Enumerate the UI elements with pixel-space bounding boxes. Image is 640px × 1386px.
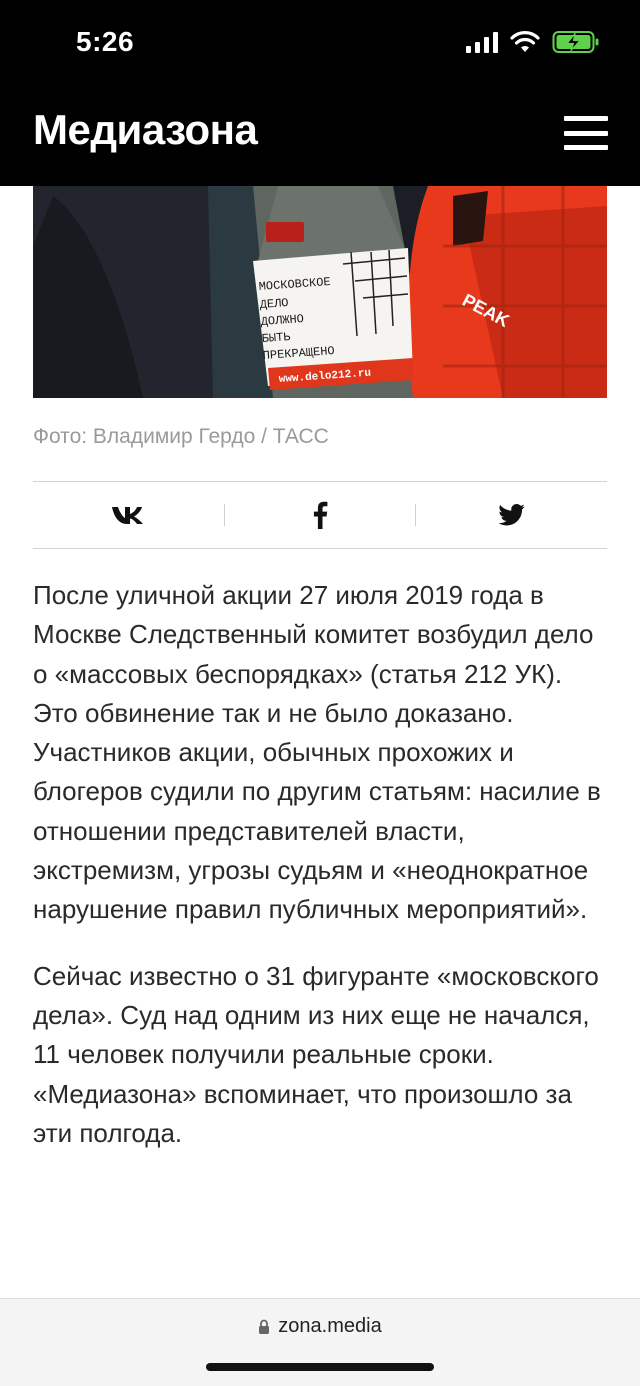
status-icons: [466, 30, 600, 54]
url-text: zona.media: [278, 1315, 382, 1337]
status-time: 5:26: [76, 26, 135, 57]
article-paragraph: Сейчас известно о 31 фигуранте «московск…: [33, 960, 599, 1148]
hamburger-menu-icon[interactable]: [564, 116, 608, 150]
status-bar: 5:26: [0, 0, 640, 94]
home-indicator[interactable]: [206, 1363, 434, 1371]
wifi-icon: [510, 31, 540, 53]
battery-charging-icon: [552, 30, 600, 54]
twitter-icon: [498, 504, 525, 526]
lock-icon: [259, 1319, 270, 1334]
share-bar: [33, 481, 607, 549]
twitter-share-button[interactable]: [416, 482, 607, 548]
vk-icon: [112, 507, 144, 524]
site-header: Медиазона: [0, 94, 640, 186]
sign-line: БЫТЬ: [261, 330, 291, 346]
photo-caption: Фото: Владимир Гердо / ТАСС: [33, 425, 329, 448]
article-body: После уличной акции 27 июля 2019 года в …: [33, 576, 608, 1180]
site-logo[interactable]: Медиазона: [33, 106, 258, 154]
facebook-share-button[interactable]: [225, 482, 416, 548]
vk-share-button[interactable]: [33, 482, 224, 548]
url-display[interactable]: zona.media: [0, 1315, 640, 1338]
article-photo: PEAK МОСКОВСКОЕ ДЕЛО ДОЛЖНО БЫТЬ ПРЕКРАЩ…: [33, 186, 607, 398]
signal-icon: [466, 31, 498, 53]
browser-url-bar[interactable]: zona.media: [0, 1298, 640, 1386]
facebook-icon: [313, 501, 328, 529]
article-paragraph: После уличной акции 27 июля 2019 года в …: [33, 580, 601, 925]
sign-line: ДЕЛО: [259, 296, 289, 312]
